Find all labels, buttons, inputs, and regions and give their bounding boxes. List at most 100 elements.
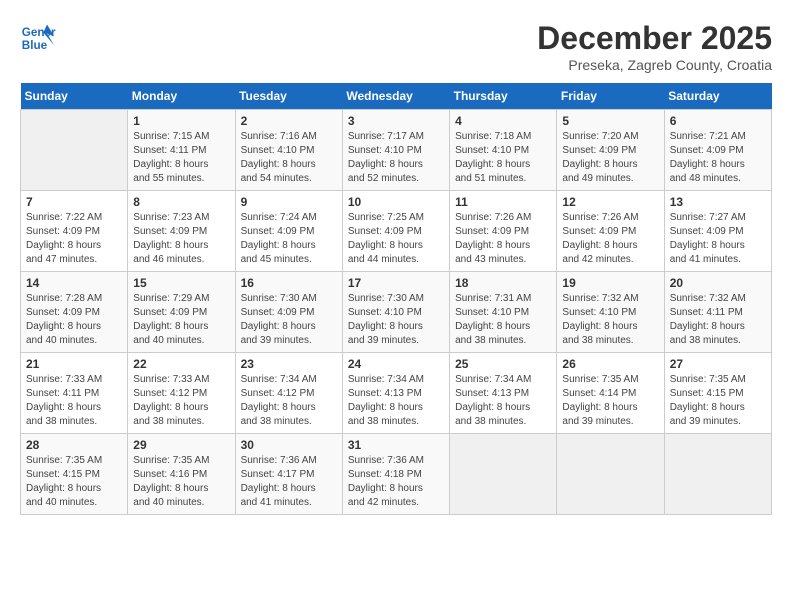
day-number: 9 <box>241 195 337 209</box>
week-row-4: 21Sunrise: 7:33 AMSunset: 4:11 PMDayligh… <box>21 353 772 434</box>
day-info: Sunrise: 7:22 AMSunset: 4:09 PMDaylight:… <box>26 211 122 267</box>
calendar-cell: 7 Sunrise: 7:22 AMSunset: 4:09 PMDaylight… <box>21 191 128 272</box>
title-section: December 2025 Preseka, Zagreb County, Cr… <box>537 20 772 73</box>
calendar-cell: 24 Sunrise: 7:34 AMSunset: 4:13 PMDayligh… <box>342 353 449 434</box>
day-number: 8 <box>133 195 229 209</box>
page-header: General Blue December 2025 Preseka, Zagr… <box>20 20 772 73</box>
day-info: Sunrise: 7:27 AMSunset: 4:09 PMDaylight:… <box>670 211 766 267</box>
day-number: 15 <box>133 276 229 290</box>
day-info: Sunrise: 7:36 AMSunset: 4:17 PMDaylight:… <box>241 454 337 510</box>
svg-text:Blue: Blue <box>22 39 48 52</box>
calendar-cell <box>557 434 664 515</box>
weekday-header-tuesday: Tuesday <box>235 83 342 110</box>
day-info: Sunrise: 7:29 AMSunset: 4:09 PMDaylight:… <box>133 292 229 348</box>
weekday-header-wednesday: Wednesday <box>342 83 449 110</box>
calendar-cell: 2Sunrise: 7:16 AMSunset: 4:10 PMDaylight… <box>235 110 342 191</box>
calendar-cell: 19 Sunrise: 7:32 AMSunset: 4:10 PMDayligh… <box>557 272 664 353</box>
calendar-cell <box>21 110 128 191</box>
day-number: 18 <box>455 276 551 290</box>
calendar-cell: 27Sunrise: 7:35 AMSunset: 4:15 PMDayligh… <box>664 353 771 434</box>
day-info: Sunrise: 7:34 AMSunset: 4:13 PMDaylight:… <box>455 373 551 429</box>
calendar-cell: 12Sunrise: 7:26 AMSunset: 4:09 PMDayligh… <box>557 191 664 272</box>
week-row-5: 28 Sunrise: 7:35 AMSunset: 4:15 PMDayligh… <box>21 434 772 515</box>
day-number: 19 <box>562 276 658 290</box>
day-info: Sunrise: 7:20 AMSunset: 4:09 PMDaylight:… <box>562 130 658 186</box>
day-number: 26 <box>562 357 658 371</box>
calendar-cell: 13 Sunrise: 7:27 AMSunset: 4:09 PMDayligh… <box>664 191 771 272</box>
calendar-cell: 9Sunrise: 7:24 AMSunset: 4:09 PMDaylight… <box>235 191 342 272</box>
day-number: 22 <box>133 357 229 371</box>
calendar-cell: 20 Sunrise: 7:32 AMSunset: 4:11 PMDayligh… <box>664 272 771 353</box>
logo: General Blue <box>20 20 56 56</box>
day-info: Sunrise: 7:35 AMSunset: 4:15 PMDaylight:… <box>26 454 122 510</box>
weekday-header-monday: Monday <box>128 83 235 110</box>
day-number: 2 <box>241 114 337 128</box>
day-info: Sunrise: 7:34 AMSunset: 4:12 PMDaylight:… <box>241 373 337 429</box>
day-number: 23 <box>241 357 337 371</box>
weekday-header-friday: Friday <box>557 83 664 110</box>
day-number: 11 <box>455 195 551 209</box>
day-number: 6 <box>670 114 766 128</box>
day-number: 25 <box>455 357 551 371</box>
calendar-table: SundayMondayTuesdayWednesdayThursdayFrid… <box>20 83 772 515</box>
calendar-cell: 10Sunrise: 7:25 AMSunset: 4:09 PMDayligh… <box>342 191 449 272</box>
month-title: December 2025 <box>537 20 772 57</box>
calendar-cell: 26Sunrise: 7:35 AMSunset: 4:14 PMDayligh… <box>557 353 664 434</box>
day-info: Sunrise: 7:35 AMSunset: 4:16 PMDaylight:… <box>133 454 229 510</box>
calendar-cell: 15 Sunrise: 7:29 AMSunset: 4:09 PMDayligh… <box>128 272 235 353</box>
calendar-cell: 11 Sunrise: 7:26 AMSunset: 4:09 PMDayligh… <box>450 191 557 272</box>
calendar-cell: 22 Sunrise: 7:33 AMSunset: 4:12 PMDayligh… <box>128 353 235 434</box>
day-info: Sunrise: 7:33 AMSunset: 4:12 PMDaylight:… <box>133 373 229 429</box>
day-number: 7 <box>26 195 122 209</box>
week-row-1: 1 Sunrise: 7:15 AMSunset: 4:11 PMDaylight… <box>21 110 772 191</box>
calendar-cell: 5 Sunrise: 7:20 AMSunset: 4:09 PMDaylight… <box>557 110 664 191</box>
week-row-3: 14 Sunrise: 7:28 AMSunset: 4:09 PMDayligh… <box>21 272 772 353</box>
location-subtitle: Preseka, Zagreb County, Croatia <box>537 57 772 73</box>
calendar-cell: 25 Sunrise: 7:34 AMSunset: 4:13 PMDayligh… <box>450 353 557 434</box>
day-info: Sunrise: 7:21 AMSunset: 4:09 PMDaylight:… <box>670 130 766 186</box>
day-number: 1 <box>133 114 229 128</box>
day-number: 3 <box>348 114 444 128</box>
weekday-header-thursday: Thursday <box>450 83 557 110</box>
day-info: Sunrise: 7:34 AMSunset: 4:13 PMDaylight:… <box>348 373 444 429</box>
day-number: 12 <box>562 195 658 209</box>
day-info: Sunrise: 7:32 AMSunset: 4:10 PMDaylight:… <box>562 292 658 348</box>
day-info: Sunrise: 7:32 AMSunset: 4:11 PMDaylight:… <box>670 292 766 348</box>
day-info: Sunrise: 7:36 AMSunset: 4:18 PMDaylight:… <box>348 454 444 510</box>
day-info: Sunrise: 7:23 AMSunset: 4:09 PMDaylight:… <box>133 211 229 267</box>
day-number: 14 <box>26 276 122 290</box>
calendar-cell: 30Sunrise: 7:36 AMSunset: 4:17 PMDayligh… <box>235 434 342 515</box>
day-number: 29 <box>133 438 229 452</box>
week-row-2: 7 Sunrise: 7:22 AMSunset: 4:09 PMDaylight… <box>21 191 772 272</box>
logo-icon: General Blue <box>20 20 56 56</box>
calendar-cell: 17 Sunrise: 7:30 AMSunset: 4:10 PMDayligh… <box>342 272 449 353</box>
calendar-cell <box>450 434 557 515</box>
calendar-cell: 6 Sunrise: 7:21 AMSunset: 4:09 PMDaylight… <box>664 110 771 191</box>
calendar-cell: 8 Sunrise: 7:23 AMSunset: 4:09 PMDaylight… <box>128 191 235 272</box>
day-info: Sunrise: 7:30 AMSunset: 4:10 PMDaylight:… <box>348 292 444 348</box>
day-info: Sunrise: 7:26 AMSunset: 4:09 PMDaylight:… <box>455 211 551 267</box>
day-number: 21 <box>26 357 122 371</box>
day-info: Sunrise: 7:31 AMSunset: 4:10 PMDaylight:… <box>455 292 551 348</box>
calendar-cell: 29 Sunrise: 7:35 AMSunset: 4:16 PMDayligh… <box>128 434 235 515</box>
weekday-header-saturday: Saturday <box>664 83 771 110</box>
calendar-cell: 28 Sunrise: 7:35 AMSunset: 4:15 PMDayligh… <box>21 434 128 515</box>
day-number: 13 <box>670 195 766 209</box>
calendar-cell: 18 Sunrise: 7:31 AMSunset: 4:10 PMDayligh… <box>450 272 557 353</box>
calendar-cell: 1 Sunrise: 7:15 AMSunset: 4:11 PMDaylight… <box>128 110 235 191</box>
day-info: Sunrise: 7:17 AMSunset: 4:10 PMDaylight:… <box>348 130 444 186</box>
day-number: 17 <box>348 276 444 290</box>
calendar-cell: 21Sunrise: 7:33 AMSunset: 4:11 PMDayligh… <box>21 353 128 434</box>
day-number: 16 <box>241 276 337 290</box>
day-number: 27 <box>670 357 766 371</box>
day-info: Sunrise: 7:28 AMSunset: 4:09 PMDaylight:… <box>26 292 122 348</box>
day-info: Sunrise: 7:15 AMSunset: 4:11 PMDaylight:… <box>133 130 229 186</box>
day-number: 20 <box>670 276 766 290</box>
day-number: 28 <box>26 438 122 452</box>
weekday-header-sunday: Sunday <box>21 83 128 110</box>
calendar-cell: 4Sunrise: 7:18 AMSunset: 4:10 PMDaylight… <box>450 110 557 191</box>
day-number: 24 <box>348 357 444 371</box>
day-number: 31 <box>348 438 444 452</box>
calendar-cell: 23 Sunrise: 7:34 AMSunset: 4:12 PMDayligh… <box>235 353 342 434</box>
day-number: 5 <box>562 114 658 128</box>
